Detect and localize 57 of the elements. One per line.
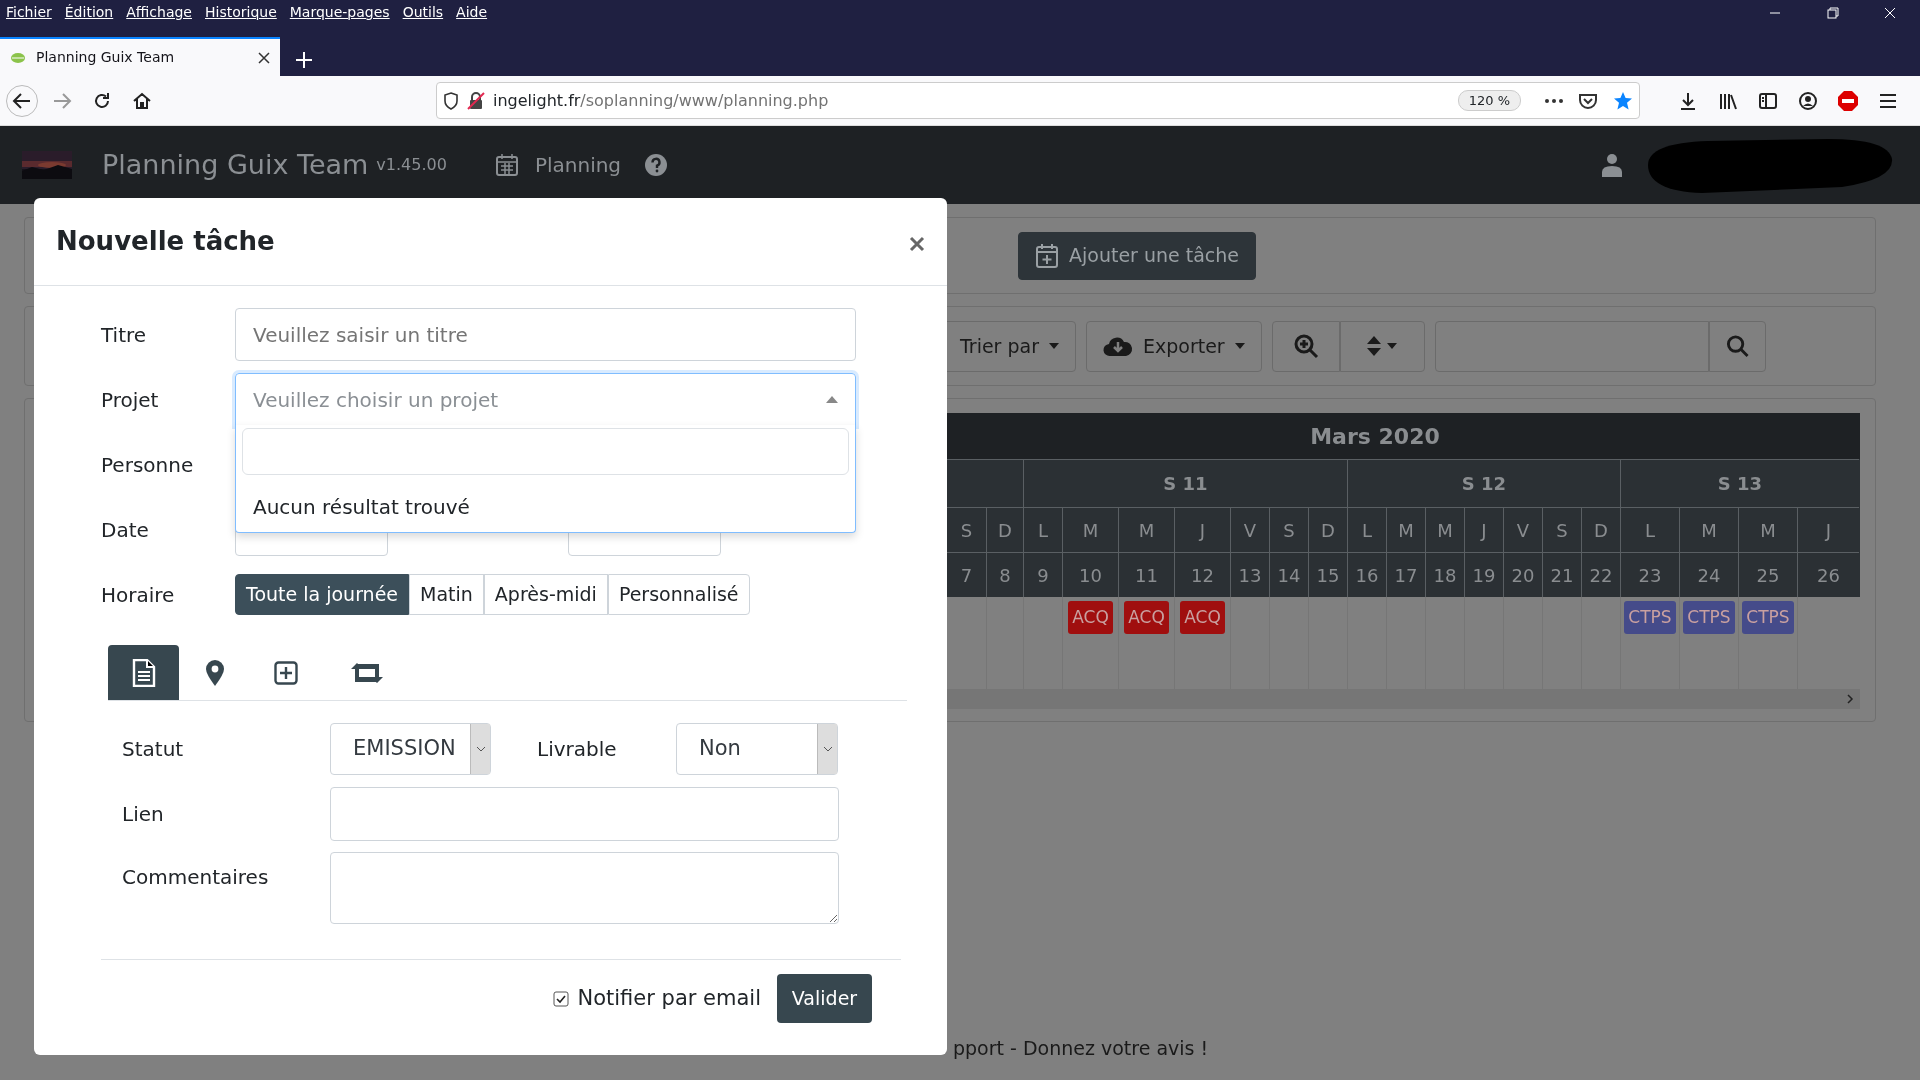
field-label: Commentaires: [122, 864, 270, 891]
day-number: 24: [1679, 552, 1738, 597]
day-number: 17: [1386, 552, 1425, 597]
day-letter: M: [1386, 507, 1425, 552]
day-letter: V: [1230, 507, 1269, 552]
day-number: 16: [1347, 552, 1386, 597]
day-letter: M: [1738, 507, 1797, 552]
day-letter: L: [1023, 507, 1062, 552]
field-label: Date: [101, 516, 150, 544]
day-number: 12: [1174, 552, 1230, 597]
day-letter: D: [986, 507, 1023, 552]
field-label: Personne: [101, 451, 195, 479]
day-number: 23: [1620, 552, 1679, 597]
day-number: 22: [1581, 552, 1620, 597]
day-letter: J: [1174, 507, 1230, 552]
day-letter: S: [1542, 507, 1581, 552]
week-header: S 12: [1347, 459, 1620, 507]
day-letter: J: [1797, 507, 1859, 552]
month-header: Mars 2020: [946, 413, 1860, 459]
day-number: 25: [1738, 552, 1797, 597]
day-number: 11: [1118, 552, 1174, 597]
checkbox-label: Notifier par email: [577, 984, 761, 1012]
field-label: Projet: [101, 386, 160, 414]
day-number: 18: [1425, 552, 1464, 597]
day-number: 10: [1062, 552, 1118, 597]
footer-text: pport - Donnez votre avis !: [953, 1037, 1209, 1059]
day-number: 14: [1269, 552, 1308, 597]
day-number: 15: [1308, 552, 1347, 597]
field-label: Statut: [122, 736, 185, 763]
field-label: Titre: [101, 321, 148, 349]
day-number: 26: [1797, 552, 1859, 597]
day-letter: M: [1118, 507, 1174, 552]
day-letter: V: [1503, 507, 1542, 552]
day-number: 9: [1023, 552, 1062, 597]
day-letter: S: [1269, 507, 1308, 552]
field-label: Horaire: [101, 581, 176, 609]
day-letter: M: [1062, 507, 1118, 552]
field-label: Lien: [122, 801, 165, 828]
week-header: S 11: [1023, 459, 1347, 507]
day-letter: D: [1308, 507, 1347, 552]
day-letter: M: [1679, 507, 1738, 552]
day-letter: L: [1347, 507, 1386, 552]
field-label: Livrable: [537, 736, 618, 763]
day-number: 19: [1464, 552, 1503, 597]
day-letter: D: [1581, 507, 1620, 552]
day-letter: M: [1425, 507, 1464, 552]
day-letter: L: [1620, 507, 1679, 552]
dialog-title: Nouvelle tâche: [56, 225, 275, 258]
tab-title: Planning Guix Team: [36, 48, 175, 67]
week-header: S 13: [1620, 459, 1859, 507]
day-number: 13: [1230, 552, 1269, 597]
version-label: v1.45.00: [376, 154, 447, 176]
no-results-text: Aucun résultat trouvé: [253, 494, 471, 521]
day-letter: J: [1464, 507, 1503, 552]
day-number: 20: [1503, 552, 1542, 597]
day-number: 8: [986, 552, 1023, 597]
day-number: 21: [1542, 552, 1581, 597]
